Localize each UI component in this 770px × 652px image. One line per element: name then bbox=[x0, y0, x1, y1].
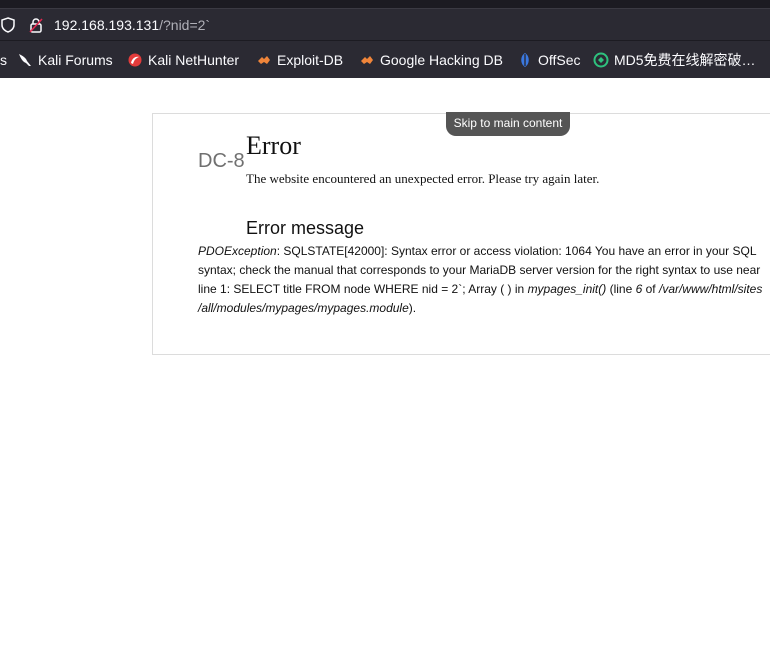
bookmark-label: OffSec bbox=[538, 52, 581, 68]
error-line-1: PDOException: SQLSTATE[42000]: Syntax er… bbox=[198, 242, 770, 261]
bookmark-label: s bbox=[0, 52, 7, 68]
bookmark-label: Google Hacking DB bbox=[380, 52, 503, 68]
url-bar[interactable]: 192.168.193.131/?nid=2` bbox=[0, 8, 770, 40]
bookmark-label: Kali NetHunter bbox=[148, 52, 240, 68]
bookmark-exploit-db[interactable]: Exploit-DB bbox=[256, 51, 343, 69]
error-text: (line bbox=[606, 282, 636, 296]
skip-to-main-content-link[interactable]: Skip to main content bbox=[446, 112, 570, 136]
bookmark-label: MD5免费在线解密破… bbox=[614, 52, 756, 68]
insecure-lock-icon[interactable] bbox=[28, 17, 44, 38]
exploit-db-icon bbox=[256, 52, 272, 68]
bookmarks-toolbar: s Kali Forums Kali NetHunter Exploit-DB … bbox=[0, 40, 770, 78]
bookmark-truncated[interactable]: s bbox=[0, 51, 7, 69]
bookmark-offsec[interactable]: OffSec bbox=[517, 51, 581, 69]
page-title: Error bbox=[246, 131, 301, 160]
url-text[interactable]: 192.168.193.131/?nid=2` bbox=[54, 16, 210, 34]
page-container bbox=[152, 113, 770, 355]
ghdb-icon bbox=[359, 52, 375, 68]
bookmark-kali-forums[interactable]: Kali Forums bbox=[17, 51, 113, 69]
file-path-part-2: /all/modules/mypages/mypages.module bbox=[198, 301, 409, 315]
url-path: /?nid=2` bbox=[159, 17, 211, 33]
error-text: : SQLSTATE[42000]: Syntax error or acces… bbox=[276, 244, 757, 258]
error-line-4: /all/modules/mypages/mypages.module). bbox=[198, 299, 770, 318]
bookmark-md5[interactable]: MD5免费在线解密破… bbox=[593, 51, 756, 69]
error-text: of bbox=[642, 282, 659, 296]
kali-dragon-icon bbox=[17, 52, 33, 68]
bookmark-label: Exploit-DB bbox=[277, 52, 344, 68]
tracking-protection-shield-icon[interactable] bbox=[0, 17, 16, 38]
error-message-heading: Error message bbox=[246, 218, 365, 238]
error-description: The website encountered an unexpected er… bbox=[246, 171, 600, 186]
error-line-3: line 1: SELECT title FROM node WHERE nid… bbox=[198, 280, 770, 299]
exception-name: PDOException bbox=[198, 244, 277, 258]
bookmark-label: Kali Forums bbox=[38, 52, 113, 68]
error-text: syntax; check the manual that correspond… bbox=[198, 263, 761, 277]
bookmark-google-hacking-db[interactable]: Google Hacking DB bbox=[359, 51, 503, 69]
browser-tab-strip bbox=[0, 0, 770, 8]
error-message-body: PDOException: SQLSTATE[42000]: Syntax er… bbox=[198, 242, 770, 318]
error-text: ). bbox=[408, 301, 417, 315]
offsec-icon bbox=[517, 52, 533, 68]
function-name: mypages_init() bbox=[527, 282, 607, 296]
error-line-2: syntax; check the manual that correspond… bbox=[198, 261, 770, 280]
md5-icon bbox=[593, 52, 609, 68]
error-text: line 1: SELECT title FROM node WHERE nid… bbox=[198, 282, 528, 296]
url-host: 192.168.193.131 bbox=[54, 17, 160, 33]
file-path-part-1: /var/www/html/sites bbox=[658, 282, 763, 296]
bookmark-kali-nethunter[interactable]: Kali NetHunter bbox=[127, 51, 239, 69]
nethunter-icon bbox=[127, 52, 143, 68]
site-name-link[interactable]: DC-8 bbox=[198, 150, 245, 173]
